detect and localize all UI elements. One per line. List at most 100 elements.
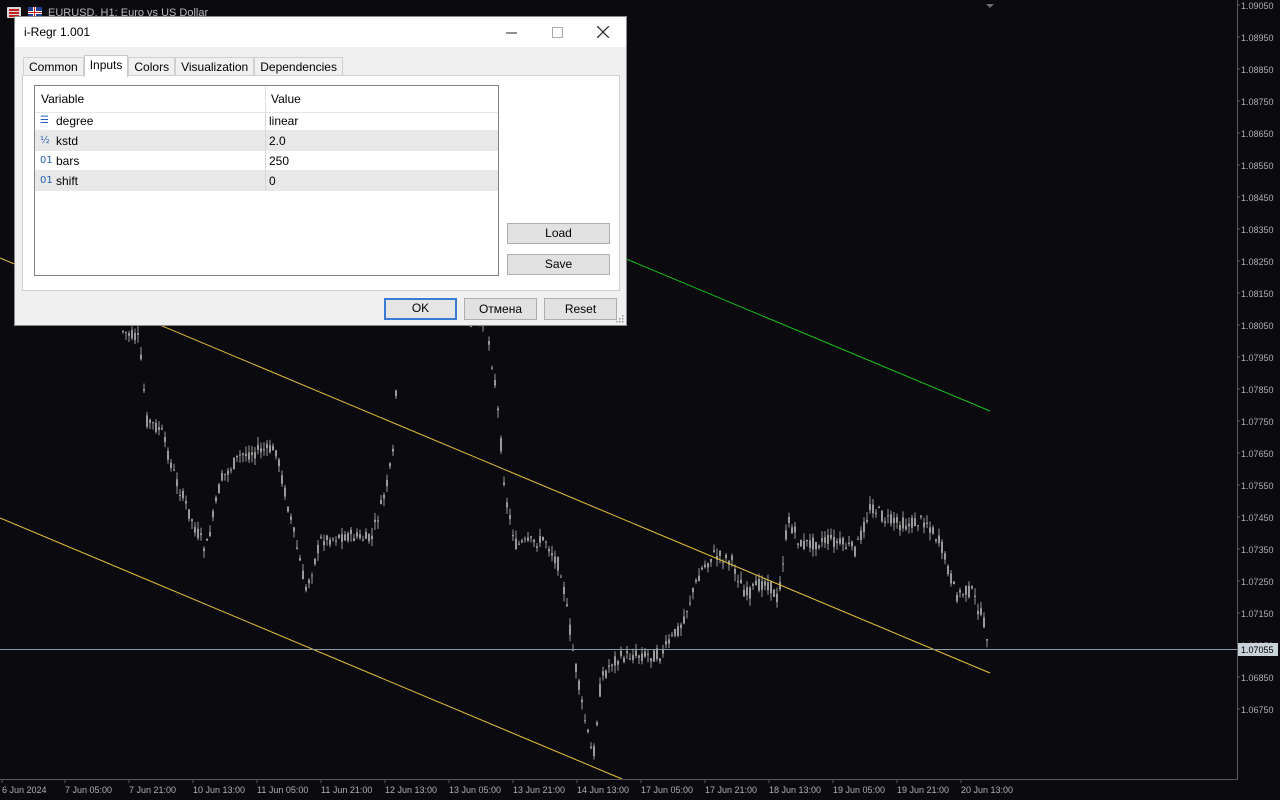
price-tick-label: 1.09050 — [1241, 1, 1274, 11]
candle-body — [167, 450, 169, 460]
table-row[interactable]: ½ kstd 2.0 — [35, 131, 498, 151]
time-tick-label: 13 Jun 05:00 — [449, 785, 501, 795]
variable-value[interactable]: 0 — [269, 174, 276, 188]
candle-body — [347, 533, 349, 541]
candle-body — [542, 536, 544, 541]
candle-body — [854, 546, 856, 557]
table-row[interactable]: ☰ degree linear — [35, 111, 498, 131]
candle-body — [899, 525, 901, 531]
candle-body — [893, 517, 895, 524]
candle-body — [323, 541, 325, 546]
candle-body — [770, 581, 772, 594]
candle-body — [923, 522, 925, 528]
candle-body — [740, 579, 742, 584]
candle-body — [830, 534, 832, 539]
candle-body — [263, 449, 265, 451]
table-header: Variable Value — [35, 86, 498, 113]
candle-body — [713, 550, 715, 552]
candle-body — [512, 534, 514, 537]
reset-button[interactable]: Reset — [544, 298, 617, 320]
candle-body — [914, 518, 916, 527]
ok-button[interactable]: OK — [384, 298, 457, 320]
candle-body — [833, 536, 835, 547]
inputs-table: Variable Value ☰ degree linear ½ kstd 2.… — [34, 85, 499, 276]
price-tick-label: 1.08450 — [1241, 193, 1274, 203]
candle-body — [524, 538, 526, 540]
minimize-icon[interactable] — [488, 17, 534, 47]
candle-body — [848, 542, 850, 545]
cell-divider — [265, 171, 266, 191]
tab-colors[interactable]: Colors — [128, 57, 176, 76]
close-icon[interactable] — [580, 17, 626, 47]
candle-body — [872, 504, 874, 514]
variable-value[interactable]: 250 — [269, 154, 289, 168]
candle-body — [785, 530, 787, 540]
candle-body — [488, 341, 490, 345]
cancel-button[interactable]: Отмена — [464, 298, 537, 320]
candle-body — [659, 658, 661, 662]
cell-divider — [265, 131, 266, 151]
candle-body — [503, 482, 505, 485]
candle-body — [956, 594, 958, 602]
candle-body — [335, 540, 337, 542]
candle-body — [224, 473, 226, 475]
candle-body — [281, 475, 283, 484]
candle-body — [581, 699, 583, 703]
table-row[interactable]: 01 bars 250 — [35, 151, 498, 171]
price-tick-label: 1.06850 — [1241, 673, 1274, 683]
candle-body — [638, 655, 640, 658]
dialog-titlebar[interactable]: i-Regr 1.001 — [15, 17, 626, 47]
variable-value[interactable]: linear — [269, 114, 298, 128]
candle-body — [248, 452, 250, 460]
column-header-variable[interactable]: Variable — [41, 92, 84, 106]
candle-body — [689, 602, 691, 604]
resize-grip-icon[interactable] — [616, 315, 624, 323]
candle-body — [359, 534, 361, 539]
candle-body — [974, 595, 976, 597]
candle-body — [977, 610, 979, 615]
candle-body — [368, 533, 370, 542]
save-button[interactable]: Save — [507, 254, 610, 275]
variable-value[interactable]: 2.0 — [269, 134, 286, 148]
tab-visualization[interactable]: Visualization — [175, 57, 255, 76]
tab-dependencies[interactable]: Dependencies — [254, 57, 343, 76]
candle-body — [284, 487, 286, 497]
tab-inputs[interactable]: Inputs — [83, 55, 129, 77]
candle-body — [857, 538, 859, 540]
candle-body — [761, 581, 763, 590]
price-tick-label: 1.08750 — [1241, 97, 1274, 107]
candle-body — [212, 511, 214, 518]
candle-body — [788, 516, 790, 524]
candle-body — [182, 490, 184, 499]
candle-body — [650, 658, 652, 662]
candle-body — [845, 547, 847, 549]
time-tick-label: 14 Jun 13:00 — [577, 785, 629, 795]
column-header-value[interactable]: Value — [271, 92, 301, 106]
variable-name: bars — [56, 154, 80, 168]
candle-body — [506, 502, 508, 508]
time-tick-label: 20 Jun 13:00 — [961, 785, 1013, 795]
candle-body — [134, 332, 136, 341]
candle-body — [722, 562, 724, 564]
tab-common[interactable]: Common — [23, 57, 84, 76]
candle-body — [254, 452, 256, 459]
candle-body — [641, 653, 643, 661]
candle-body — [752, 583, 754, 586]
candle-body — [626, 651, 628, 654]
column-divider[interactable] — [265, 86, 266, 112]
variable-name: shift — [56, 174, 79, 188]
candle-body — [494, 380, 496, 386]
candle-body — [821, 538, 823, 542]
candle-body — [896, 517, 898, 523]
price-tick-label: 1.07250 — [1241, 577, 1274, 587]
candle-body — [530, 536, 532, 538]
candle-body — [608, 665, 610, 667]
enum-icon: ☰ — [40, 115, 49, 126]
candle-body — [926, 522, 928, 524]
price-tick-label: 1.06750 — [1241, 705, 1274, 715]
load-button[interactable]: Load — [507, 223, 610, 244]
candle-body — [881, 510, 883, 522]
table-row[interactable]: 01 shift 0 — [35, 171, 498, 191]
time-tick-label: 7 Jun 21:00 — [129, 785, 176, 795]
candle-body — [209, 531, 211, 536]
